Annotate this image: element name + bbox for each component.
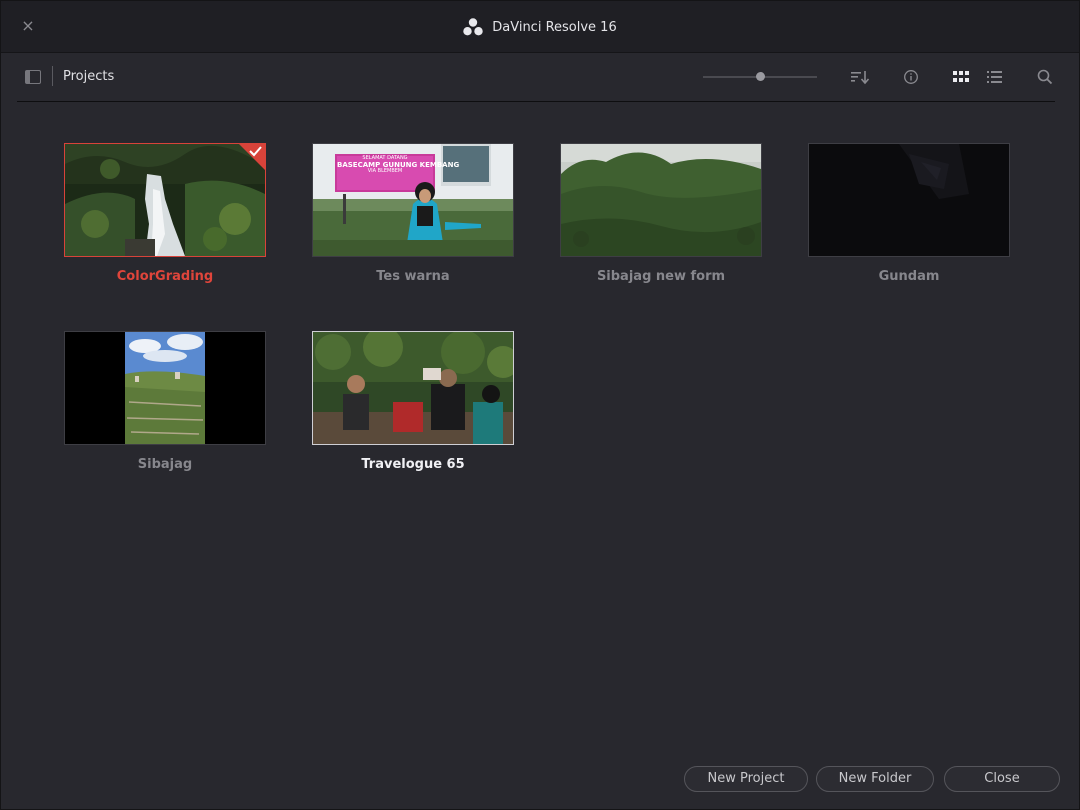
project-thumbnail[interactable] [64, 331, 266, 445]
sign-text: SELAMAT DATANG BASECAMP GUNUNG KEMBANG V… [337, 155, 459, 190]
sort-icon[interactable] [850, 67, 870, 87]
project-tile[interactable]: Sibajag new form [560, 143, 762, 303]
toolbar-divider [52, 66, 53, 86]
project-name: Sibajag new form [596, 269, 726, 284]
project-name: Sibajag [137, 457, 193, 472]
project-tile[interactable]: ColorGrading [64, 143, 266, 303]
page-title: Projects [63, 69, 115, 84]
sign-line-3: VIA BLEMBEM [367, 168, 403, 175]
davinci-logo-icon [463, 18, 483, 36]
project-name: ColorGrading [116, 269, 214, 284]
project-name: Gundam [878, 269, 940, 284]
project-tile[interactable]: Sibajag [64, 331, 266, 491]
zoom-slider[interactable] [703, 71, 817, 83]
project-thumbnail[interactable] [808, 143, 1010, 257]
window-title: DaVinci Resolve 16 [492, 19, 617, 35]
close-button[interactable]: Close [944, 766, 1060, 792]
new-project-button[interactable]: New Project [684, 766, 808, 792]
toolbar: Projects [17, 53, 1055, 102]
sidebar-toggle-icon[interactable] [25, 70, 41, 84]
project-thumbnail[interactable]: SELAMAT DATANG BASECAMP GUNUNG KEMBANG V… [312, 143, 514, 257]
project-tile[interactable]: Gundam [808, 143, 1010, 303]
project-name: Tes warna [376, 269, 450, 284]
list-view-icon[interactable] [985, 67, 1005, 87]
project-thumbnail[interactable] [64, 143, 266, 257]
project-name: Travelogue 65 [361, 457, 465, 472]
check-icon [249, 146, 262, 157]
window-title-group: DaVinci Resolve 16 [1, 17, 1079, 37]
project-tile[interactable]: SELAMAT DATANG BASECAMP GUNUNG KEMBANG V… [312, 143, 514, 303]
project-tile[interactable]: Travelogue 65 [312, 331, 514, 491]
title-bar: × DaVinci Resolve 16 [1, 1, 1079, 53]
project-manager-window: × DaVinci Resolve 16 Projects ColorGradi… [0, 0, 1080, 810]
project-thumbnail[interactable] [312, 331, 514, 445]
info-icon[interactable] [901, 67, 921, 87]
project-thumbnail[interactable] [560, 143, 762, 257]
zoom-thumb[interactable] [755, 72, 765, 81]
search-icon[interactable] [1035, 67, 1055, 87]
grid-view-icon[interactable] [951, 67, 971, 87]
new-folder-button[interactable]: New Folder [816, 766, 934, 792]
